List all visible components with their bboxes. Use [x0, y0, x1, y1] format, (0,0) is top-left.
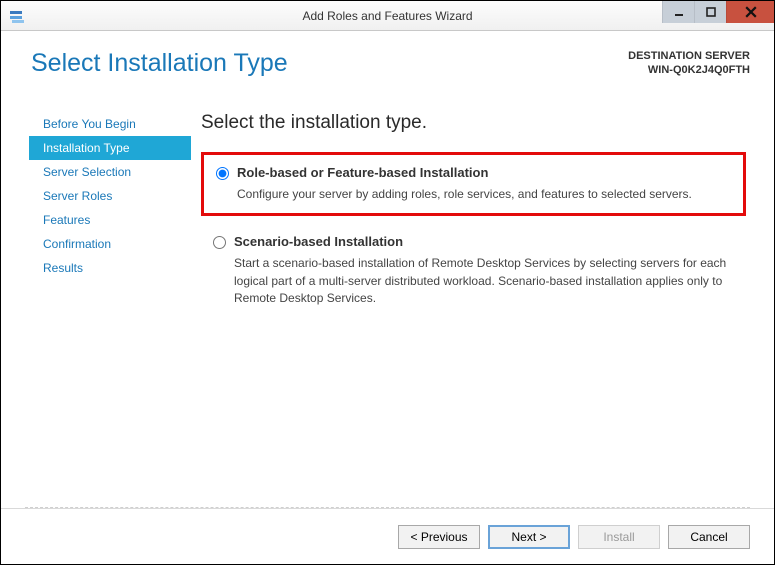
option-scenario-based[interactable]: Scenario-based Installation Start a scen…	[201, 224, 746, 317]
step-results[interactable]: Results	[29, 256, 191, 280]
page-title: Select Installation Type	[31, 49, 288, 78]
window-controls	[662, 1, 774, 23]
step-before-you-begin[interactable]: Before You Begin	[29, 112, 191, 136]
next-button[interactable]: Next >	[488, 525, 570, 549]
destination-name: WIN-Q0K2J4Q0FTH	[628, 63, 750, 77]
option-description: Configure your server by adding roles, r…	[237, 186, 731, 203]
option-role-based[interactable]: Role-based or Feature-based Installation…	[201, 152, 746, 216]
step-server-roles[interactable]: Server Roles	[29, 184, 191, 208]
step-features[interactable]: Features	[29, 208, 191, 232]
maximize-button[interactable]	[694, 1, 726, 23]
option-title: Role-based or Feature-based Installation	[237, 165, 488, 180]
option-title: Scenario-based Installation	[234, 234, 403, 249]
window-title: Add Roles and Features Wizard	[1, 9, 774, 23]
cancel-button[interactable]: Cancel	[668, 525, 750, 549]
previous-button[interactable]: < Previous	[398, 525, 480, 549]
app-icon	[9, 8, 25, 24]
destination-server-block: DESTINATION SERVER WIN-Q0K2J4Q0FTH	[628, 49, 750, 78]
minimize-button[interactable]	[662, 1, 694, 23]
wizard-steps-sidebar: Before You Begin Installation Type Serve…	[1, 112, 191, 472]
close-button[interactable]	[726, 1, 774, 23]
radio-scenario-based[interactable]	[213, 236, 226, 249]
destination-label: DESTINATION SERVER	[628, 49, 750, 63]
step-server-selection[interactable]: Server Selection	[29, 160, 191, 184]
install-button[interactable]: Install	[578, 525, 660, 549]
step-installation-type[interactable]: Installation Type	[29, 136, 191, 160]
installation-type-panel: Select the installation type. Role-based…	[191, 112, 774, 472]
step-confirmation[interactable]: Confirmation	[29, 232, 191, 256]
panel-heading: Select the installation type.	[201, 112, 746, 134]
radio-role-based[interactable]	[216, 167, 229, 180]
wizard-content: Select Installation Type DESTINATION SER…	[1, 31, 774, 564]
titlebar: Add Roles and Features Wizard	[1, 1, 774, 31]
wizard-footer: < Previous Next > Install Cancel	[1, 508, 774, 564]
option-description: Start a scenario-based installation of R…	[234, 255, 734, 307]
